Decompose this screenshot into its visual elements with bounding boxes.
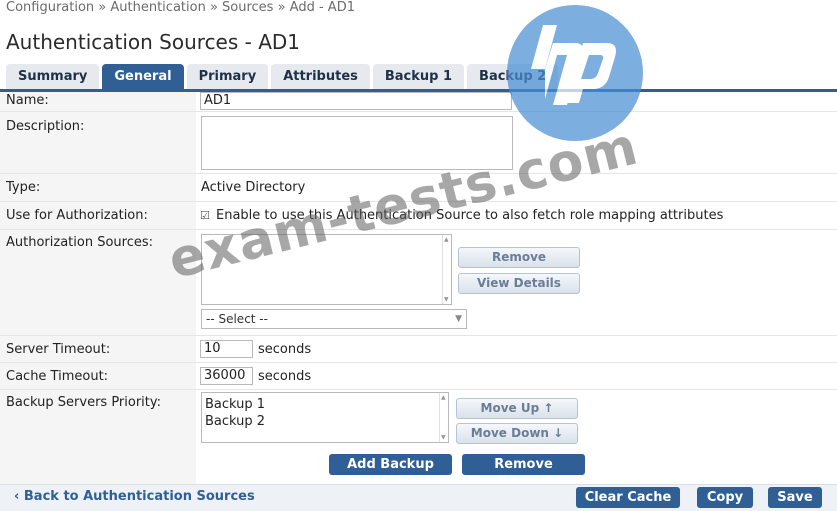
server-timeout-unit: seconds — [258, 342, 312, 357]
chevron-down-icon: ▼ — [455, 314, 462, 324]
cache-timeout-row: Cache Timeout: 36000 seconds — [0, 363, 837, 390]
cache-timeout-input[interactable]: 36000 — [200, 367, 253, 385]
view-details-button[interactable]: View Details — [458, 273, 580, 294]
cache-timeout-label: Cache Timeout: — [6, 369, 109, 384]
authorization-sources-remove-button[interactable]: Remove — [458, 247, 580, 268]
back-to-authentication-sources-link[interactable]: ‹ Back to Authentication Sources — [14, 489, 255, 504]
description-label: Description: — [6, 119, 85, 134]
authorization-sources-scrollbar[interactable]: ▲ ▼ — [442, 235, 451, 304]
name-row: Name: AD1 — [0, 92, 837, 112]
use-for-authorization-checkbox[interactable]: ☑ — [200, 209, 210, 222]
list-item[interactable]: Backup 1 — [205, 397, 265, 412]
tab-attributes[interactable]: Attributes — [271, 64, 370, 90]
move-down-button[interactable]: Move Down ↓ — [456, 423, 578, 444]
move-up-button[interactable]: Move Up ↑ — [456, 398, 578, 419]
use-for-authorization-label: Use for Authorization: — [6, 208, 148, 223]
tab-general[interactable]: General — [102, 64, 184, 90]
server-timeout-label: Server Timeout: — [6, 342, 111, 357]
backup-servers-list[interactable]: Backup 1 Backup 2 ▲ ▼ — [201, 392, 449, 443]
description-row: Description: — [0, 112, 837, 174]
tab-bar: Summary General Primary Attributes Backu… — [6, 64, 561, 90]
authorization-source-select[interactable]: -- Select -- ▼ — [201, 309, 467, 329]
authorization-sources-label: Authorization Sources: — [6, 235, 154, 250]
scroll-down-icon: ▼ — [444, 296, 449, 303]
save-button[interactable]: Save — [768, 487, 822, 508]
server-timeout-row: Server Timeout: 10 seconds — [0, 336, 837, 363]
type-label: Type: — [6, 180, 41, 195]
cache-timeout-unit: seconds — [258, 369, 312, 384]
backup-servers-scrollbar[interactable]: ▲ ▼ — [439, 393, 448, 442]
name-label: Name: — [6, 93, 49, 108]
footer-bar: ‹ Back to Authentication Sources Clear C… — [0, 484, 837, 511]
name-input[interactable]: AD1 — [200, 92, 512, 110]
copy-button[interactable]: Copy — [697, 487, 753, 508]
tab-backup-1[interactable]: Backup 1 — [372, 64, 465, 90]
tab-summary[interactable]: Summary — [6, 64, 100, 90]
scroll-down-icon: ▼ — [441, 434, 446, 441]
type-value: Active Directory — [201, 180, 306, 195]
clear-cache-button[interactable]: Clear Cache — [576, 487, 680, 508]
backup-servers-priority-label: Backup Servers Priority: — [6, 395, 162, 410]
list-item[interactable]: Backup 2 — [205, 414, 265, 429]
page-title: Authentication Sources - AD1 — [6, 30, 301, 54]
breadcrumb: Configuration » Authentication » Sources… — [6, 0, 355, 15]
backup-servers-priority-row: Backup Servers Priority: Backup 1 Backup… — [0, 390, 837, 484]
server-timeout-input[interactable]: 10 — [200, 340, 253, 358]
authorization-sources-row: Authorization Sources: ▲ ▼ Remove View D… — [0, 230, 837, 336]
scroll-up-icon: ▲ — [441, 394, 446, 401]
add-backup-button[interactable]: Add Backup — [329, 454, 452, 475]
remove-backup-button[interactable]: Remove — [462, 454, 585, 475]
scroll-up-icon: ▲ — [444, 236, 449, 243]
authorization-source-select-value: -- Select -- — [206, 312, 268, 326]
tab-primary[interactable]: Primary — [186, 64, 269, 90]
